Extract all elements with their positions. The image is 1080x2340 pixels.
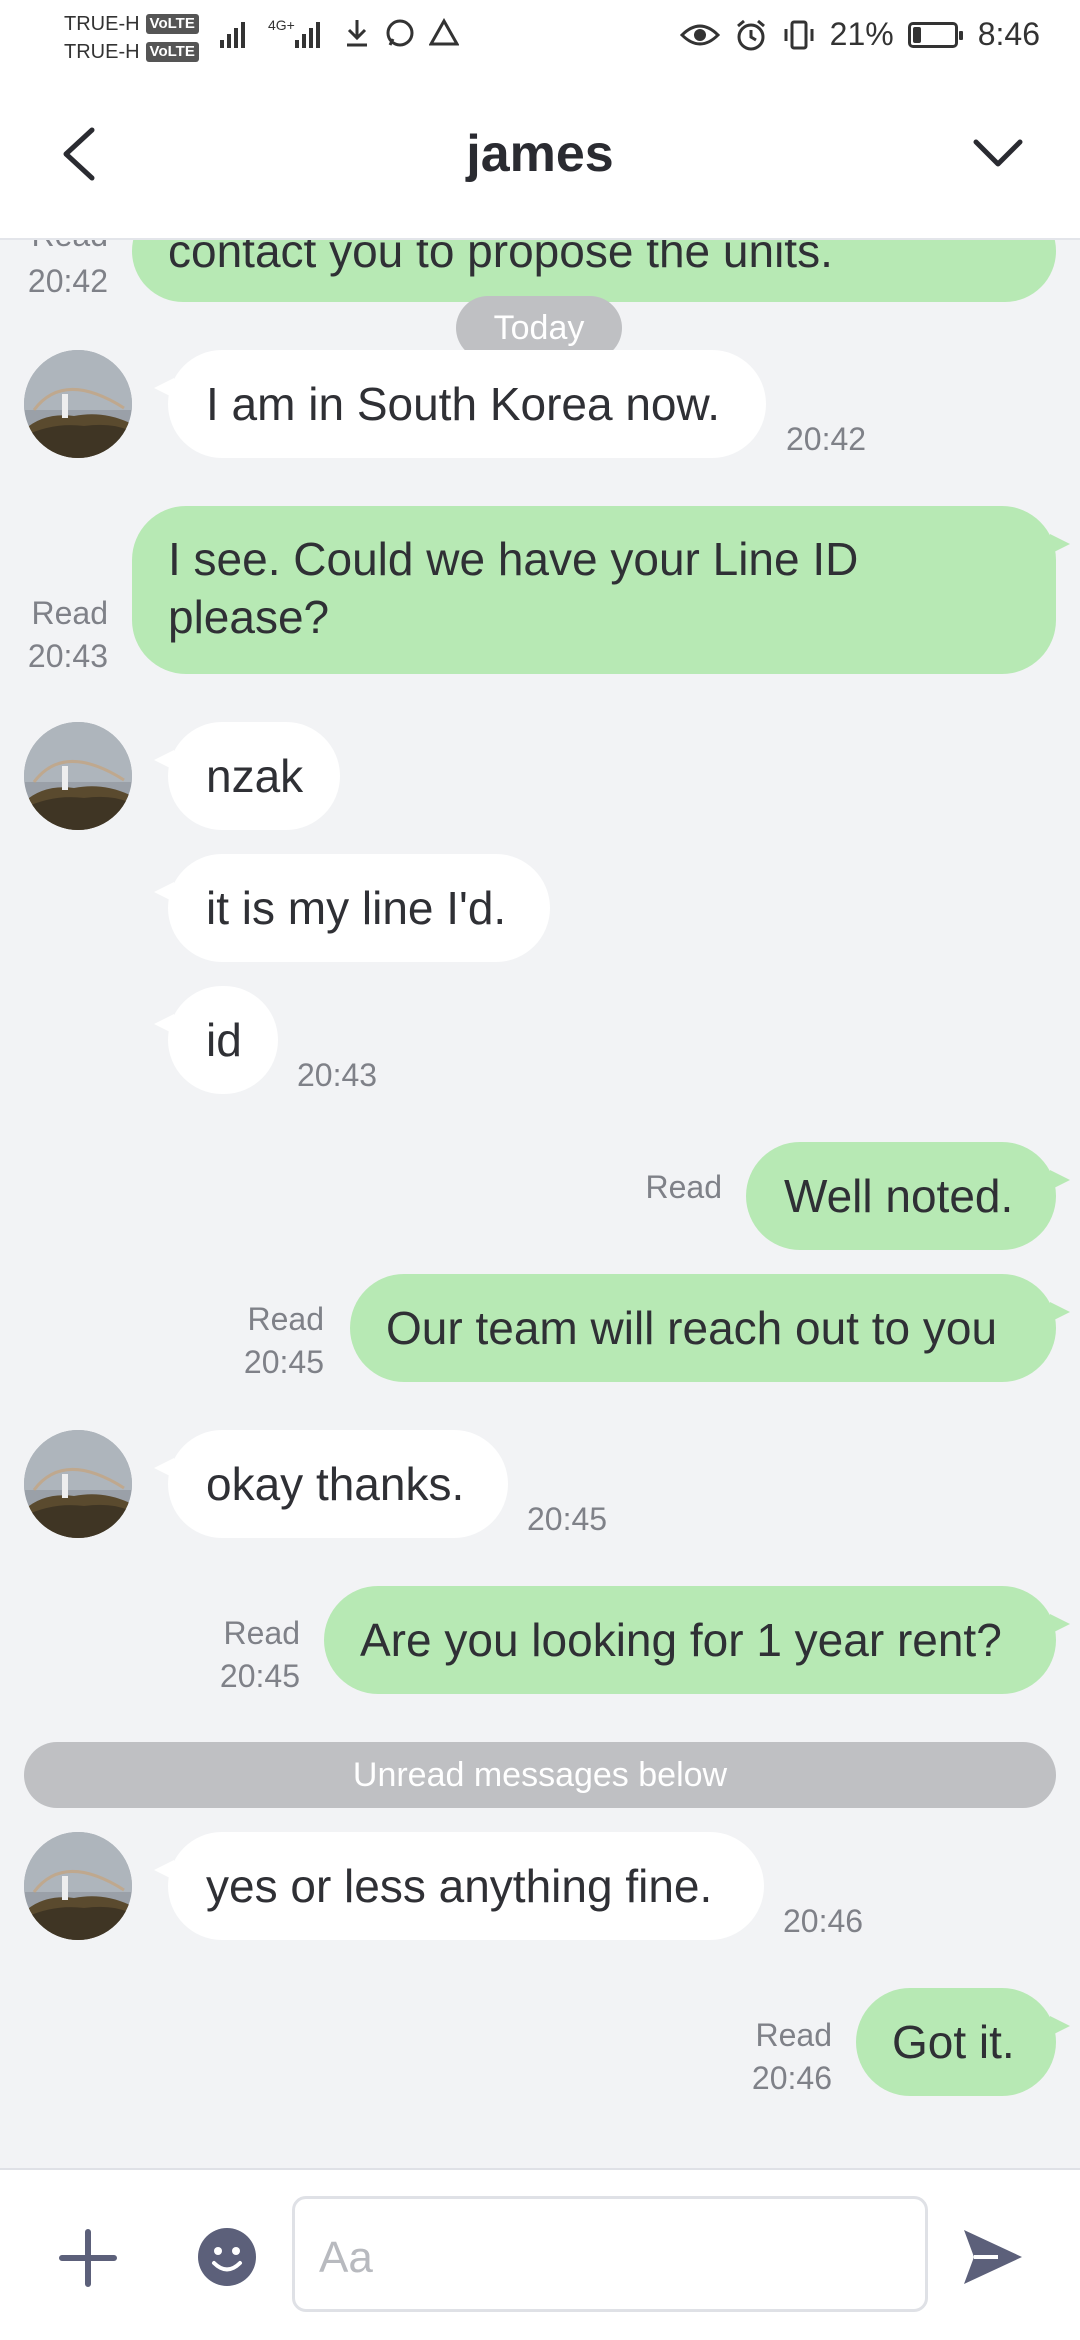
incoming-message-bubble[interactable]: okay thanks. — [154, 1430, 508, 1538]
carrier-name: TRUE-H — [64, 41, 140, 63]
message-input[interactable]: Aa — [292, 2196, 928, 2312]
network-type-label: 4G+ — [268, 17, 295, 33]
status-icons-right: 21% 8:46 — [679, 16, 1040, 53]
unread-divider: Unread messages below — [24, 1742, 1056, 1808]
avatar[interactable] — [24, 350, 132, 458]
volte-badge: VoLTE — [145, 42, 199, 62]
message-text-line: please? — [168, 591, 330, 643]
message-time: 20:43 — [297, 1057, 378, 1093]
read-receipt: Read — [223, 1615, 301, 1651]
avatar-image — [24, 1430, 132, 1538]
carrier-info: TRUE-H VoLTE TRUE-H VoLTE — [64, 10, 199, 66]
outgoing-message-bubble[interactable]: Got it. — [856, 1988, 1070, 2096]
emoji-icon — [198, 2228, 256, 2286]
read-receipt: Read — [31, 595, 109, 631]
message-time: 20:46 — [783, 1903, 864, 1939]
expand-menu-button[interactable] — [968, 128, 1028, 182]
incoming-message-bubble[interactable]: id — [154, 986, 278, 1094]
avatar[interactable] — [24, 1832, 132, 1940]
alarm-icon — [736, 19, 765, 50]
download-icon — [346, 20, 367, 47]
message-text: id — [206, 1014, 242, 1066]
eye-icon — [679, 24, 720, 45]
drive-icon — [428, 18, 459, 46]
message-text: yes or less anything fine. — [206, 1860, 713, 1912]
status-bar: TRUE-H VoLTE TRUE-H VoLTE 4G+ 21% 8:46 — [0, 0, 1080, 76]
chevron-down-icon — [973, 139, 1023, 167]
message-composer: Aa — [0, 2168, 1080, 2340]
outgoing-message-bubble[interactable]: I see. Could we have your Line ID please… — [132, 506, 1070, 674]
message-text: nzak — [206, 750, 304, 802]
battery-percent: 21% — [829, 16, 894, 52]
carrier-name: TRUE-H — [64, 13, 140, 35]
battery-icon — [907, 21, 963, 48]
input-placeholder: Aa — [319, 2233, 373, 2282]
message-time: 20:43 — [27, 638, 108, 674]
incoming-message-bubble[interactable]: it is my line I'd. — [154, 854, 550, 962]
outgoing-message-bubble[interactable]: Our team will reach out to you — [350, 1274, 1070, 1382]
read-receipt: Read — [20, 240, 109, 256]
read-receipt: Read — [645, 1169, 723, 1205]
message-text: it is my line I'd. — [206, 882, 507, 934]
message-list[interactable]: Read 20:42 contact you to propose the un… — [0, 240, 1080, 2168]
incoming-message-bubble[interactable]: I am in South Korea now. — [154, 350, 766, 458]
avatar[interactable] — [24, 1430, 132, 1538]
whatsapp-icon — [386, 19, 414, 47]
avatar-image — [24, 350, 132, 458]
message-time: 20:45 — [527, 1501, 608, 1537]
message-text: contact you to propose the units. — [168, 240, 833, 277]
avatar-image — [24, 722, 132, 830]
chat-header: james — [0, 76, 1080, 240]
message-text: Our team will reach out to you — [386, 1302, 998, 1354]
vibrate-icon — [784, 20, 814, 49]
message-text-line: I see. Could we have your Line ID — [168, 533, 859, 585]
plus-icon — [59, 2229, 117, 2287]
chat-title: james — [466, 125, 614, 183]
signal-icon — [220, 22, 245, 48]
message-text: okay thanks. — [206, 1458, 465, 1510]
attach-button[interactable] — [58, 2228, 118, 2288]
signal-icon — [294, 22, 320, 48]
clock: 8:46 — [977, 16, 1040, 52]
message-time: 20:45 — [219, 1658, 300, 1694]
outgoing-message-bubble[interactable]: contact you to propose the units. — [132, 240, 1056, 302]
incoming-message-bubble[interactable]: yes or less anything fine. — [154, 1832, 764, 1940]
read-receipt: Read — [247, 1301, 325, 1337]
message-text: Well noted. — [784, 1170, 1014, 1222]
outgoing-message-bubble[interactable]: Are you looking for 1 year rent? — [324, 1586, 1070, 1694]
avatar[interactable] — [24, 722, 132, 830]
message-text: Got it. — [892, 2016, 1015, 2068]
message-text: I am in South Korea now. — [206, 378, 720, 430]
avatar-image — [24, 1832, 132, 1940]
read-receipt: Read — [755, 2017, 833, 2053]
volte-badge: VoLTE — [145, 14, 199, 34]
message-time: 20:42 — [27, 263, 108, 299]
incoming-message-bubble[interactable]: nzak — [154, 722, 340, 830]
send-icon — [964, 2230, 1022, 2284]
message-time: 20:42 — [786, 421, 867, 457]
outgoing-message-bubble[interactable]: Well noted. — [746, 1142, 1070, 1250]
message-time: 20:46 — [751, 2060, 832, 2096]
status-icons-left: 4G+ — [220, 18, 459, 48]
message-time: 20:45 — [243, 1344, 324, 1380]
send-button[interactable] — [960, 2226, 1026, 2288]
message-text: Are you looking for 1 year rent? — [360, 1614, 1002, 1666]
emoji-button[interactable] — [196, 2226, 258, 2288]
